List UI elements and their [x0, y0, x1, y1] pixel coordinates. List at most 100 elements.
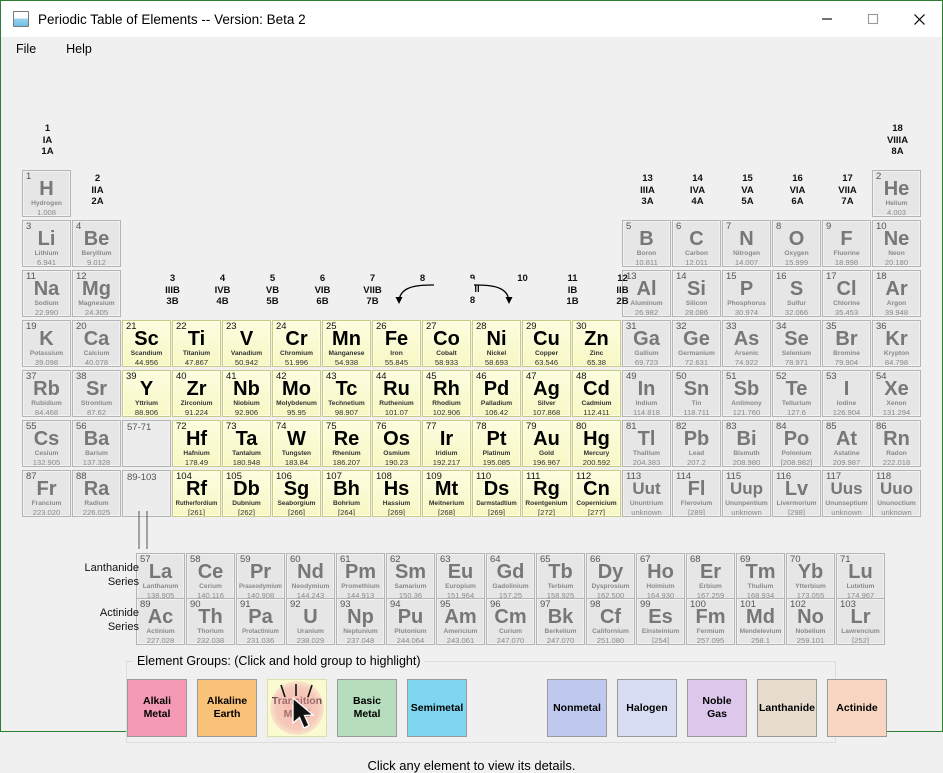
element-cell-rb[interactable]: 37 Rb Rubidium 84.468 [22, 370, 71, 417]
element-cell-au[interactable]: 79 Au Gold 196.967 [522, 420, 571, 467]
minimize-icon[interactable] [804, 1, 850, 37]
element-cell-ta[interactable]: 73 Ta Tantalum 180.948 [222, 420, 271, 467]
element-cell-ca[interactable]: 20 Ca Calcium 40.078 [72, 320, 121, 367]
element-cell-s[interactable]: 16 S Sulfur 32.066 [772, 270, 821, 317]
element-cell-nd[interactable]: 60 Nd Neodymium 144.243 [286, 553, 335, 600]
element-cell-lr[interactable]: 103 Lr Lawrencium [252] [836, 598, 885, 645]
element-cell-ho[interactable]: 67 Ho Holmium 164.930 [636, 553, 685, 600]
element-cell-sr[interactable]: 38 Sr Strontium 87.62 [72, 370, 121, 417]
element-cell-uut[interactable]: 113 Uut Ununtrium unknown [622, 470, 671, 517]
element-cell-y[interactable]: 39 Y Yttrium 88.906 [122, 370, 171, 417]
element-cell-ru[interactable]: 44 Ru Ruthenium 101.07 [372, 370, 421, 417]
element-cell-h[interactable]: 1 H Hydrogen 1.008 [22, 170, 71, 217]
element-cell-no[interactable]: 102 No Nobelium 259.101 [786, 598, 835, 645]
element-cell-os[interactable]: 76 Os Osmium 190.23 [372, 420, 421, 467]
element-cell-as[interactable]: 33 As Arsenic 74.922 [722, 320, 771, 367]
element-cell-o[interactable]: 8 O Oxygen 15.999 [772, 220, 821, 267]
element-cell-la[interactable]: 57 La Lanthanum 138.905 [136, 553, 185, 600]
element-cell-bi[interactable]: 83 Bi Bismuth 208.980 [722, 420, 771, 467]
element-cell-te[interactable]: 52 Te Tellurium 127.6 [772, 370, 821, 417]
element-cell-cu[interactable]: 29 Cu Copper 63.546 [522, 320, 571, 367]
element-cell-uuo[interactable]: 118 Uuo Ununoctium unknown [872, 470, 921, 517]
element-cell-cn[interactable]: 112 Cn Copernicium [277] [572, 470, 621, 517]
element-cell-ce[interactable]: 58 Ce Cerium 140.116 [186, 553, 235, 600]
element-cell-cl[interactable]: 17 Cl Chlorine 35.453 [822, 270, 871, 317]
element-cell-sg[interactable]: 106 Sg Seaborgium [266] [272, 470, 321, 517]
element-range-cell[interactable]: 89-103 [122, 470, 171, 517]
element-cell-n[interactable]: 7 N Nitrogen 14.007 [722, 220, 771, 267]
element-cell-i[interactable]: 53 I Iodine 126.904 [822, 370, 871, 417]
element-cell-tc[interactable]: 43 Tc Technetium 98.907 [322, 370, 371, 417]
element-cell-at[interactable]: 85 At Astatine 209.987 [822, 420, 871, 467]
element-cell-zr[interactable]: 40 Zr Zirconium 91.224 [172, 370, 221, 417]
element-cell-rh[interactable]: 45 Rh Rhodium 102.906 [422, 370, 471, 417]
maximize-icon[interactable] [850, 1, 896, 37]
element-cell-dy[interactable]: 66 Dy Dysprosium 162.500 [586, 553, 635, 600]
element-cell-am[interactable]: 95 Am Americium 243.061 [436, 598, 485, 645]
element-cell-kr[interactable]: 36 Kr Krypton 84.798 [872, 320, 921, 367]
element-cell-na[interactable]: 11 Na Sodium 22.990 [22, 270, 71, 317]
element-cell-si[interactable]: 14 Si Silicon 28.086 [672, 270, 721, 317]
element-cell-xe[interactable]: 54 Xe Xenon 131.294 [872, 370, 921, 417]
element-cell-be[interactable]: 4 Be Beryllium 9.012 [72, 220, 121, 267]
element-cell-ac[interactable]: 89 Ac Actinium 227.028 [136, 598, 185, 645]
element-cell-ni[interactable]: 28 Ni Nickel 58.693 [472, 320, 521, 367]
group-button-semimetal[interactable]: Semimetal [407, 679, 467, 737]
element-cell-yb[interactable]: 70 Yb Ytterbium 173.055 [786, 553, 835, 600]
element-cell-fr[interactable]: 87 Fr Francium 223.020 [22, 470, 71, 517]
element-cell-v[interactable]: 23 V Vanadium 50.942 [222, 320, 271, 367]
element-cell-mn[interactable]: 25 Mn Manganese 54.938 [322, 320, 371, 367]
element-cell-db[interactable]: 105 Db Dubnium [262] [222, 470, 271, 517]
element-cell-er[interactable]: 68 Er Erbium 167.259 [686, 553, 735, 600]
element-cell-hg[interactable]: 80 Hg Mercury 200.592 [572, 420, 621, 467]
element-cell-fe[interactable]: 26 Fe Iron 55.845 [372, 320, 421, 367]
element-cell-ir[interactable]: 77 Ir Iridium 192.217 [422, 420, 471, 467]
element-cell-lv[interactable]: 116 Lv Livermorium [298] [772, 470, 821, 517]
element-cell-sm[interactable]: 62 Sm Samarium 150.36 [386, 553, 435, 600]
element-cell-c[interactable]: 6 C Carbon 12.011 [672, 220, 721, 267]
element-cell-ga[interactable]: 31 Ga Gallium 69.723 [622, 320, 671, 367]
element-cell-gd[interactable]: 64 Gd Gadolinium 157.25 [486, 553, 535, 600]
element-cell-co[interactable]: 27 Co Cobalt 58.933 [422, 320, 471, 367]
element-cell-re[interactable]: 75 Re Rhenium 186.207 [322, 420, 371, 467]
element-cell-pm[interactable]: 61 Pm Promethium 144.913 [336, 553, 385, 600]
element-cell-ba[interactable]: 56 Ba Barium 137.328 [72, 420, 121, 467]
element-cell-he[interactable]: 2 He Helium 4.003 [872, 170, 921, 217]
group-button-noble-gas[interactable]: Noble Gas [687, 679, 747, 737]
element-cell-p[interactable]: 15 P Phosphorus 30.974 [722, 270, 771, 317]
element-cell-ge[interactable]: 32 Ge Germanium 72.631 [672, 320, 721, 367]
element-cell-ds[interactable]: 110 Ds Darmstadtium [269] [472, 470, 521, 517]
element-cell-ra[interactable]: 88 Ra Radium 226.025 [72, 470, 121, 517]
group-button-basic-metal[interactable]: Basic Metal [337, 679, 397, 737]
group-button-actinide[interactable]: Actinide [827, 679, 887, 737]
element-cell-np[interactable]: 93 Np Neptunium 237.048 [336, 598, 385, 645]
element-range-cell[interactable]: 57-71 [122, 420, 171, 467]
element-cell-pr[interactable]: 59 Pr Praseodymium 140.908 [236, 553, 285, 600]
element-cell-br[interactable]: 35 Br Bromine 79.904 [822, 320, 871, 367]
element-cell-cs[interactable]: 55 Cs Cesium 132.905 [22, 420, 71, 467]
element-cell-fl[interactable]: 114 Fl Flerovium [289] [672, 470, 721, 517]
element-cell-fm[interactable]: 100 Fm Fermium 257.095 [686, 598, 735, 645]
element-cell-w[interactable]: 74 W Tungsten 183.84 [272, 420, 321, 467]
element-cell-pu[interactable]: 94 Pu Plutonium 244.064 [386, 598, 435, 645]
element-cell-rf[interactable]: 104 Rf Rutherfordium [261] [172, 470, 221, 517]
element-cell-b[interactable]: 5 B Boron 10.811 [622, 220, 671, 267]
element-cell-tb[interactable]: 65 Tb Terbium 158.925 [536, 553, 585, 600]
element-cell-po[interactable]: 84 Po Polonium [208.982] [772, 420, 821, 467]
element-cell-ag[interactable]: 47 Ag Silver 107.868 [522, 370, 571, 417]
element-cell-cm[interactable]: 96 Cm Curium 247.070 [486, 598, 535, 645]
element-cell-th[interactable]: 90 Th Thorium 232.038 [186, 598, 235, 645]
element-cell-bh[interactable]: 107 Bh Bohrium [264] [322, 470, 371, 517]
group-button-alkali-metal[interactable]: Alkali Metal [127, 679, 187, 737]
element-cell-ne[interactable]: 10 Ne Neon 20.180 [872, 220, 921, 267]
element-cell-cr[interactable]: 24 Cr Chromium 51.996 [272, 320, 321, 367]
element-cell-sn[interactable]: 50 Sn Tin 118.711 [672, 370, 721, 417]
element-cell-f[interactable]: 9 F Fluorine 18.998 [822, 220, 871, 267]
close-icon[interactable] [896, 1, 942, 37]
element-cell-sc[interactable]: 21 Sc Scandium 44.956 [122, 320, 171, 367]
group-button-transition-metal[interactable]: Transition Metal [267, 679, 327, 737]
element-cell-cd[interactable]: 48 Cd Cadmium 112.411 [572, 370, 621, 417]
element-cell-mt[interactable]: 109 Mt Meitnerium [268] [422, 470, 471, 517]
group-button-alkaline-earth[interactable]: Alkaline Earth [197, 679, 257, 737]
element-cell-tm[interactable]: 69 Tm Thulium 168.934 [736, 553, 785, 600]
